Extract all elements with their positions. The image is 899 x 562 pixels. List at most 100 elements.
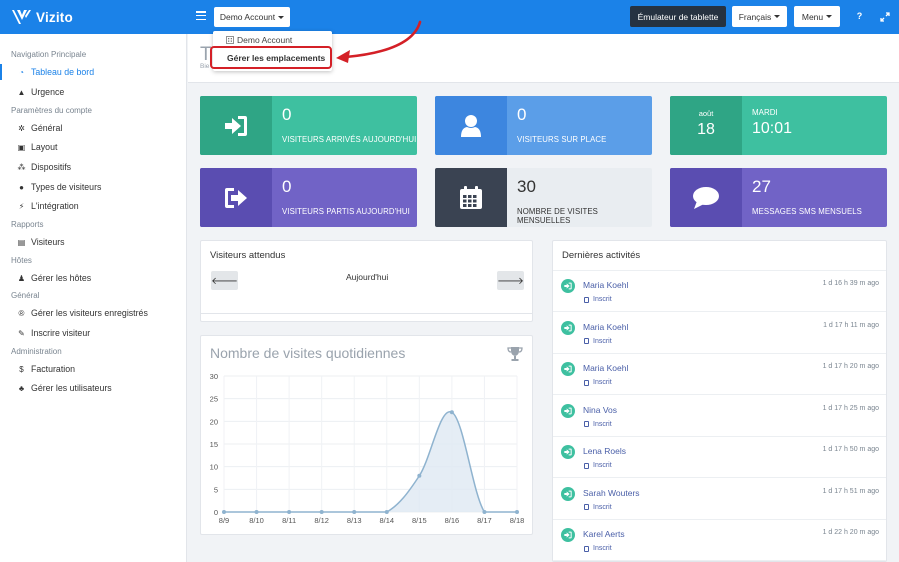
sign-in-icon (225, 115, 247, 136)
area-fill (224, 411, 517, 512)
stat-card-arrived[interactable]: 0 VISITEURS ARRIVÉS AUJOURD'HUI (200, 96, 417, 155)
activity-time: 1 d 17 h 51 m ago (822, 487, 879, 495)
sidebar-item-general[interactable]: ✲ Général (17, 123, 62, 133)
panel-title: Visiteurs attendus (210, 250, 286, 261)
sidebar-section-hosts: Hôtes (11, 256, 32, 265)
activity-row[interactable]: Nina Vos Inscrit 1 d 17 h 25 m ago (553, 396, 886, 437)
sidebar-section-general: Général (11, 291, 40, 300)
image-icon: ▣ (17, 142, 26, 152)
hamburger-menu-icon[interactable] (196, 11, 206, 22)
date-day-number: 18 (697, 121, 715, 138)
activity-visitor-name[interactable]: Sarah Wouters (583, 488, 640, 498)
activity-tag-label: Inscrit (593, 462, 612, 469)
x-tick-label: 8/9 (219, 516, 229, 525)
sidebar-item-billing[interactable]: $ Facturation (17, 364, 75, 374)
activity-visitor-name[interactable]: Lena Roels (583, 446, 626, 456)
stat-card-sms[interactable]: 27 MESSAGES SMS MENSUELS (670, 168, 887, 227)
expected-visitors-panel: Visiteurs attendus 🡐 Aujourd'hui 🡒 (200, 240, 533, 322)
badge-icon (584, 545, 589, 552)
activity-visitor-name[interactable]: Nina Vos (583, 405, 617, 415)
expand-icon[interactable] (880, 12, 890, 22)
account-dropdown-button[interactable]: Demo Account (214, 7, 290, 27)
data-point (287, 510, 292, 514)
dashboard-icon: ◔ (19, 67, 24, 77)
stat-card-onsite[interactable]: 0 VISITEURS SUR PLACE (435, 96, 652, 155)
sidebar-item-label: Urgence (31, 87, 65, 97)
menu-dropdown-button[interactable]: Menu (794, 6, 840, 27)
tablet-emulator-button[interactable]: Émulateur de tablette (630, 6, 726, 27)
sidebar-item-visitors[interactable]: ▤ Visiteurs (17, 237, 65, 247)
building-icon (226, 36, 234, 44)
caret-down-icon (278, 15, 285, 19)
language-dropdown-button[interactable]: Français (732, 6, 787, 27)
activity-row[interactable]: Maria Koehl Inscrit 1 d 16 h 39 m ago (553, 271, 886, 312)
activity-tag: Inscrit (584, 338, 612, 345)
activity-tag: Inscrit (584, 421, 612, 428)
person-icon: ♟ (17, 273, 26, 283)
active-indicator (0, 64, 2, 80)
stat-card-left[interactable]: 0 VISITEURS PARTIS AUJOURD'HUI (200, 168, 417, 227)
x-tick-label: 8/12 (314, 516, 329, 525)
activity-visitor-name[interactable]: Maria Koehl (583, 280, 628, 290)
sidebar-item-registered-visitors[interactable]: ® Gérer les visiteurs enregistrés (17, 308, 148, 318)
activity-tag: Inscrit (584, 296, 612, 303)
activity-visitor-name[interactable]: Maria Koehl (583, 363, 628, 373)
activity-tag: Inscrit (584, 462, 612, 469)
sidebar-item-manage-hosts[interactable]: ♟ Gérer les hôtes (17, 273, 91, 283)
activity-time: 1 d 22 h 20 m ago (822, 529, 879, 536)
activity-time: 1 d 17 h 50 m ago (822, 446, 879, 453)
y-tick-label: 30 (210, 372, 218, 381)
sidebar-section-reports: Rapports (11, 220, 44, 229)
activity-row[interactable]: Sarah Wouters Inscrit 1 d 17 h 51 m ago (553, 479, 886, 520)
panel-divider (201, 313, 532, 314)
sidebar-item-layout[interactable]: ▣ Layout (17, 142, 58, 152)
y-tick-label: 25 (210, 395, 218, 404)
caret-down-icon (774, 15, 781, 18)
sidebar-item-urgence[interactable]: ▲ Urgence (17, 87, 65, 97)
stat-card-monthly-visits[interactable]: 30 NOMBRE DE VISITES MENSUELLES (435, 168, 652, 227)
data-point (482, 510, 487, 514)
activity-row[interactable]: Maria Koehl Inscrit 1 d 17 h 20 m ago (553, 354, 886, 395)
activity-tag-label: Inscrit (593, 503, 612, 511)
activity-tag-label: Inscrit (593, 296, 612, 303)
activity-tag: Inscrit (584, 545, 612, 552)
account-label: Demo Account (219, 12, 276, 22)
card-icon-box (200, 168, 272, 227)
next-day-button[interactable]: 🡒 (497, 271, 524, 290)
sidebar-item-label: L'intégration (31, 201, 79, 211)
sidebar-item-visitor-types[interactable]: ● Types de visiteurs (17, 182, 101, 192)
activity-visitor-name[interactable]: Maria Koehl (583, 322, 628, 332)
sidebar-item-manage-users[interactable]: ♣ Gérer les utilisateurs (17, 383, 112, 393)
help-icon[interactable]: ? (855, 12, 864, 21)
card-icon-box (435, 168, 507, 227)
sidebar-item-register-visitor[interactable]: ✎ Inscrire visiteur (17, 328, 90, 338)
brand-logo[interactable]: Vizito (11, 8, 73, 26)
sidebar-item-label: Visiteurs (31, 237, 65, 247)
x-tick-label: 8/10 (249, 516, 264, 525)
data-point (417, 473, 422, 478)
card-icon-box (670, 168, 742, 227)
sidebar-item-dashboard[interactable]: ◔ Tableau de bord (17, 67, 94, 77)
caret-down-icon (826, 15, 833, 18)
activity-row[interactable]: Karel Aerts Inscrit 1 d 22 h 20 m ago (553, 520, 886, 561)
y-tick-label: 20 (210, 417, 218, 426)
calendar-icon (460, 185, 482, 209)
badge-icon (584, 504, 589, 510)
sidebar-item-integration[interactable]: ⚡ L'intégration (17, 201, 79, 211)
data-point (319, 510, 324, 514)
sidebar-item-devices[interactable]: ⁂ Dispositifs (17, 162, 72, 172)
activity-visitor-name[interactable]: Karel Aerts (583, 529, 625, 539)
dollar-icon: $ (19, 364, 24, 374)
dropdown-item-demo-account[interactable]: Demo Account (226, 35, 292, 45)
stat-value: 27 (752, 177, 771, 196)
activity-row[interactable]: Maria Koehl Inscrit 1 d 17 h 11 m ago (553, 313, 886, 354)
x-tick-label: 8/18 (510, 516, 525, 525)
current-time: 10:01 (752, 120, 793, 137)
sign-in-icon (561, 445, 575, 459)
activity-row[interactable]: Lena Roels Inscrit 1 d 17 h 50 m ago (553, 437, 886, 478)
data-point (515, 510, 519, 514)
data-point (352, 510, 357, 514)
previous-day-button[interactable]: 🡐 (211, 271, 238, 290)
user-icon (461, 114, 481, 137)
activity-tag-label: Inscrit (593, 420, 612, 428)
